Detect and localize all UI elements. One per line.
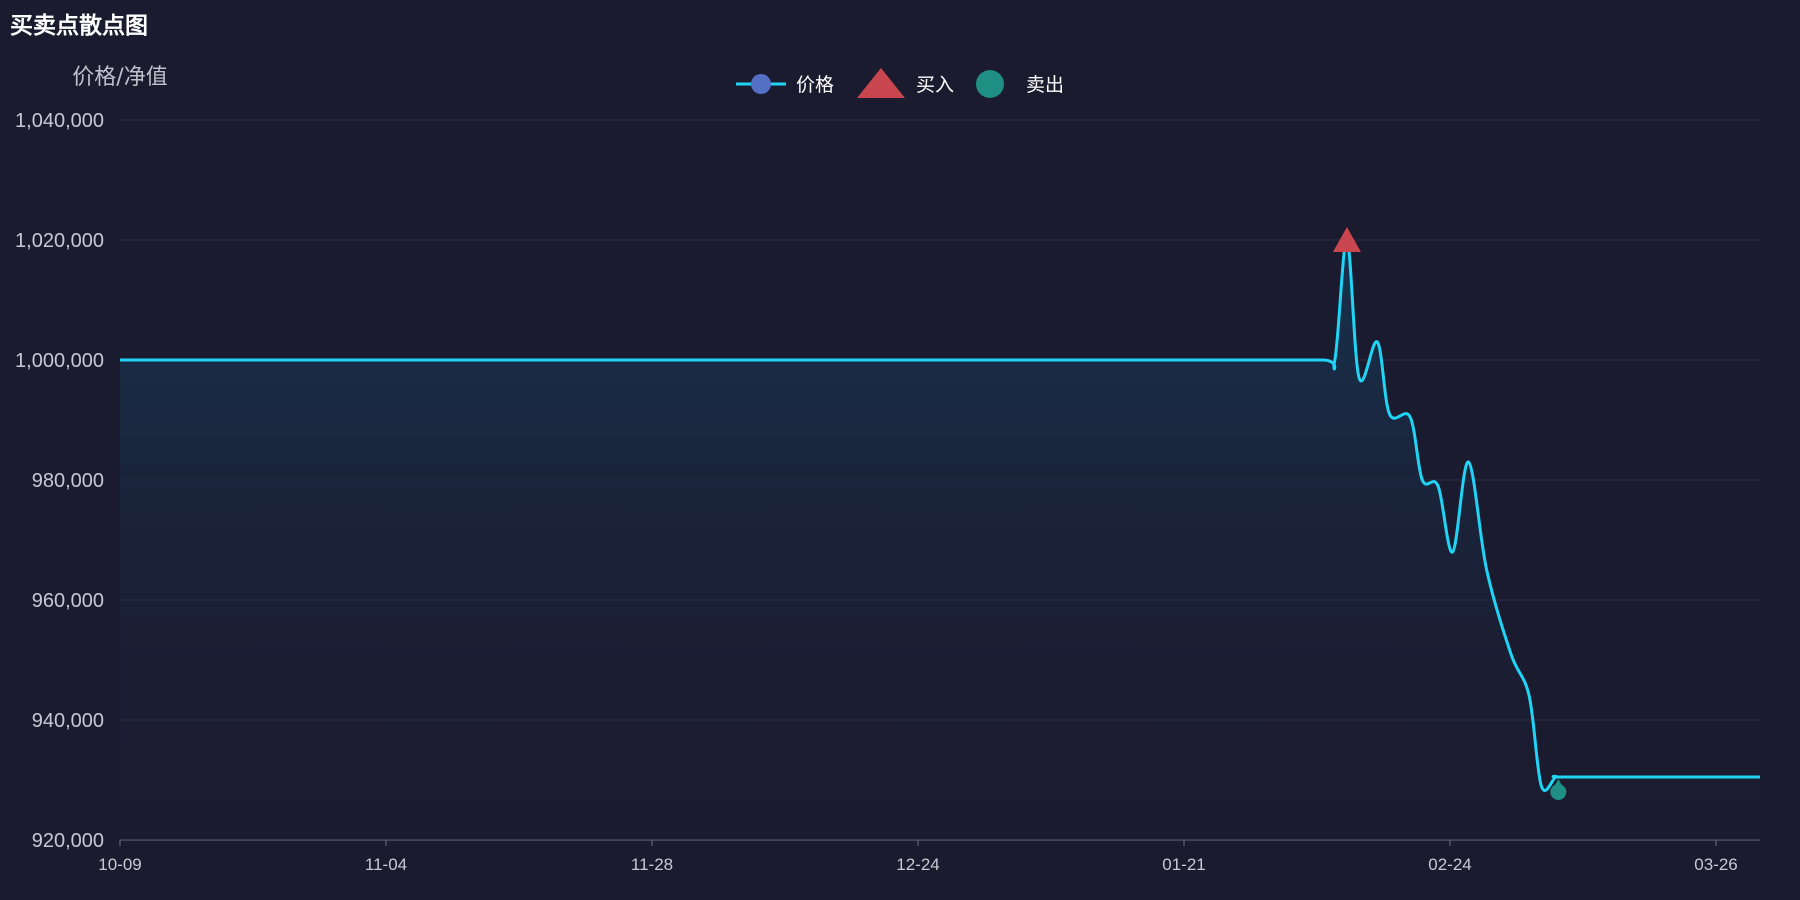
sell-circle-icon <box>976 70 1004 98</box>
x-tick-label: 11-28 <box>631 855 673 874</box>
y-tick-label: 1,020,000 <box>15 230 104 252</box>
legend-label-sell: 卖出 <box>1026 74 1064 96</box>
x-tick-label: 12-24 <box>896 855 939 874</box>
y-tick-label: 960,000 <box>32 590 104 612</box>
y-tick-label: 920,000 <box>32 830 104 852</box>
x-axis-ticks: 10-09 11-04 11-28 12-24 01-21 02-24 03-26 <box>98 839 1760 874</box>
legend: 价格 买入 卖出 <box>736 68 1064 98</box>
y-tick-label: 1,000,000 <box>15 350 104 372</box>
y-tick-label: 980,000 <box>32 470 104 492</box>
price-area <box>120 239 1760 840</box>
chart-root: 买卖点散点图 920,000 940,000 960,000 980,000 1,000… <box>0 0 1800 900</box>
y-axis-label: 价格/净值 <box>72 65 167 90</box>
x-tick-label: 01-21 <box>1162 855 1205 874</box>
legend-item-price[interactable]: 价格 <box>736 74 834 96</box>
legend-dot-icon <box>751 74 771 94</box>
x-tick-label: 03-26 <box>1694 855 1737 874</box>
chart-canvas: 920,000 940,000 960,000 980,000 1,000,000 1,0… <box>15 65 1760 874</box>
y-tick-label: 1,040,000 <box>15 110 104 132</box>
x-tick-label: 10-09 <box>98 855 141 874</box>
legend-label-price: 价格 <box>796 74 834 96</box>
buy-triangle-icon <box>857 68 905 98</box>
x-tick-label: 11-04 <box>365 855 407 874</box>
legend-item-sell[interactable]: 卖出 <box>976 70 1064 98</box>
legend-item-buy[interactable]: 买入 <box>857 68 954 98</box>
y-tick-label: 940,000 <box>32 710 104 732</box>
legend-label-buy: 买入 <box>916 74 954 96</box>
x-tick-label: 02-24 <box>1428 855 1471 874</box>
y-axis-ticks: 920,000 940,000 960,000 980,000 1,000,000 1,0… <box>15 110 104 852</box>
